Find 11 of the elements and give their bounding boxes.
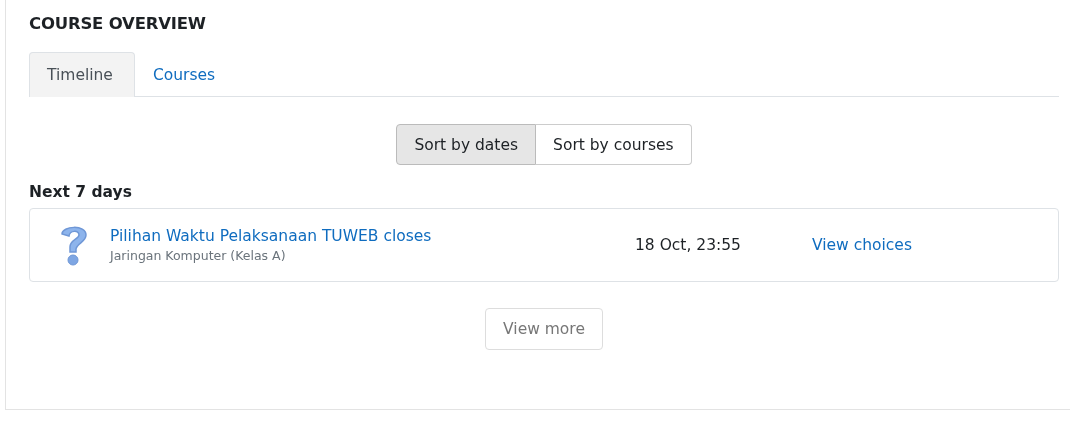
- due-date: 18 Oct, 23:55: [635, 236, 742, 254]
- event-link[interactable]: Pilihan Waktu Pelaksanaan TUWEB closes: [110, 227, 635, 245]
- section-heading: Next 7 days: [29, 183, 133, 201]
- tab[interactable]: Courses: [134, 52, 238, 97]
- tab[interactable]: Timeline: [29, 52, 135, 97]
- question-mark-icon: [58, 224, 90, 266]
- sort-button[interactable]: Sort by courses: [536, 124, 692, 165]
- block-title: COURSE OVERVIEW: [29, 14, 207, 33]
- sort-button[interactable]: Sort by dates: [396, 124, 537, 165]
- action-link[interactable]: View choices: [812, 236, 912, 254]
- course-name: Jaringan Komputer (Kelas A): [110, 248, 287, 263]
